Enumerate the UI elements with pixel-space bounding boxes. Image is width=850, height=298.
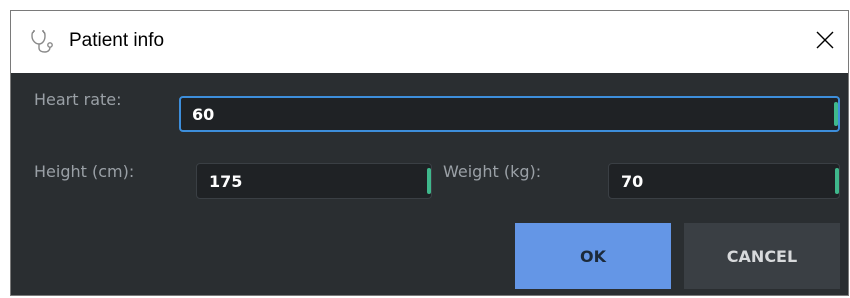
stethoscope-icon (29, 29, 55, 55)
height-input[interactable]: 175 (196, 163, 432, 199)
weight-input[interactable]: 70 (608, 163, 840, 199)
cancel-button[interactable]: CANCEL (684, 223, 840, 289)
weight-value: 70 (621, 171, 644, 191)
height-value: 175 (209, 171, 243, 191)
field-accent (834, 102, 838, 126)
patient-info-dialog: Patient info Heart rate: 60 Height (cm):… (10, 10, 849, 296)
window-title: Patient info (69, 30, 165, 51)
close-button[interactable] (802, 11, 848, 73)
form-area: Heart rate: 60 Height (cm): 175 Weight (… (11, 73, 848, 295)
ok-button[interactable]: OK (515, 223, 671, 289)
weight-label: Weight (kg): (443, 162, 542, 181)
heart-rate-label: Heart rate: (34, 90, 122, 109)
field-accent (427, 168, 431, 194)
height-label: Height (cm): (34, 162, 135, 181)
close-icon (815, 30, 835, 54)
title-bar: Patient info (11, 11, 848, 73)
heart-rate-input[interactable]: 60 (179, 96, 840, 132)
field-accent (835, 168, 839, 194)
heart-rate-value: 60 (192, 104, 215, 124)
